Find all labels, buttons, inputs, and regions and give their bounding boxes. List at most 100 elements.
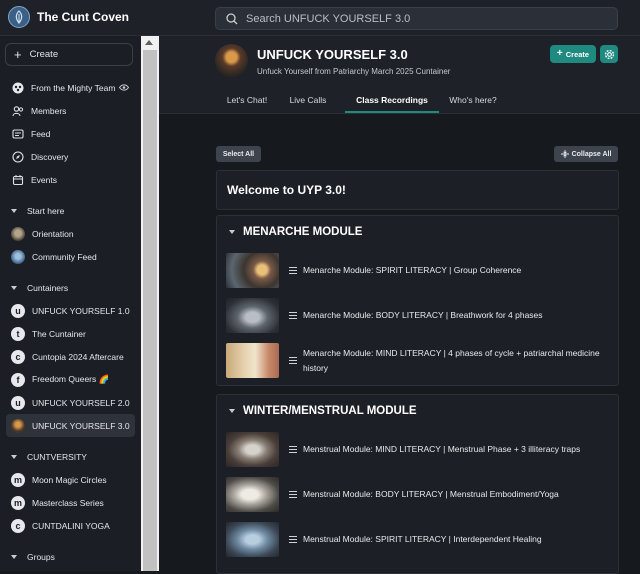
- module-title: MENARCHE MODULE: [243, 226, 363, 238]
- sidebar-item-masterclass[interactable]: m Masterclass Series: [0, 491, 141, 514]
- tab-whos-here[interactable]: Who's here?: [447, 92, 499, 113]
- scroll-thumb[interactable]: [143, 50, 157, 571]
- sidebar-item-freedom-queers[interactable]: f Freedom Queers 🌈: [0, 368, 141, 391]
- drag-handle-icon[interactable]: [289, 265, 297, 276]
- group-create-button[interactable]: + Create: [550, 45, 596, 63]
- sidebar-item-label: Feed: [31, 128, 51, 139]
- tab-lets-chat[interactable]: Let's Chat!: [223, 92, 271, 113]
- sidebar-item-uy2[interactable]: u UNFUCK YOURSELF 2.0: [0, 391, 141, 414]
- lesson-title: Menstrual Module: BODY LITERACY | Menstr…: [303, 489, 559, 499]
- sidebar-item-cuntopia[interactable]: c Cuntopia 2024 Aftercare: [0, 345, 141, 368]
- lesson-row[interactable]: Menstrual Module: BODY LITERACY | Menstr…: [226, 477, 603, 512]
- module-header[interactable]: WINTER/MENSTRUAL MODULE: [229, 405, 417, 417]
- sidebar-item-members[interactable]: Members: [0, 99, 141, 122]
- orientation-avatar: [11, 226, 25, 241]
- lesson-row[interactable]: Menstrual Module: MIND LITERACY | Menstr…: [226, 432, 603, 467]
- lesson-thumbnail: [226, 343, 279, 378]
- drag-handle-icon[interactable]: [289, 489, 297, 500]
- tab-live-calls[interactable]: Live Calls: [281, 92, 335, 113]
- section-title: Start here: [27, 205, 65, 216]
- caret-down-icon: [229, 409, 235, 413]
- letter-icon: m: [11, 472, 25, 487]
- welcome-title: Welcome to UYP 3.0!: [227, 183, 346, 197]
- uy3-avatar: [11, 418, 25, 433]
- letter-icon: u: [11, 303, 25, 318]
- sidebar-main-nav: From the Mighty Team Members Feed Discov…: [0, 76, 141, 568]
- letter-icon: u: [11, 395, 25, 410]
- search-input[interactable]: Search UNFUCK YOURSELF 3.0: [215, 7, 618, 30]
- lesson-title: Menstrual Module: MIND LITERACY | Menstr…: [303, 444, 581, 454]
- feed-icon: [11, 127, 24, 140]
- top-bar: The Cunt Coven Search UNFUCK YOURSELF 3.…: [0, 0, 640, 36]
- brand-name: The Cunt Coven: [37, 10, 129, 24]
- lesson-row[interactable]: Menstrual Module: SPIRIT LITERACY | Inte…: [226, 522, 603, 557]
- scroll-up-arrow-icon[interactable]: [145, 40, 153, 45]
- drag-handle-icon[interactable]: [289, 534, 297, 545]
- sidebar-item-label: The Cuntainer: [32, 328, 86, 339]
- module-header[interactable]: MENARCHE MODULE: [229, 226, 362, 238]
- group-title: UNFUCK YOURSELF 3.0: [257, 47, 408, 62]
- tab-class-recordings[interactable]: Class Recordings: [345, 92, 439, 113]
- lesson-row[interactable]: Menarche Module: MIND LITERACY | 4 phase…: [226, 343, 603, 378]
- settings-button[interactable]: [600, 45, 618, 63]
- sidebar-item-uy3[interactable]: UNFUCK YOURSELF 3.0: [6, 414, 135, 437]
- sidebar-item-cuntdalini[interactable]: c CUNTDALINI YOGA: [0, 514, 141, 537]
- lesson-thumbnail: [226, 522, 279, 557]
- sparkle-icon: [11, 81, 24, 94]
- eye-icon[interactable]: [119, 83, 130, 93]
- plus-icon: +: [14, 46, 22, 62]
- select-all-label: Select All: [222, 150, 255, 158]
- sidebar-item-orientation[interactable]: Orientation: [0, 222, 141, 245]
- lesson-thumbnail: [226, 477, 279, 512]
- drag-handle-icon[interactable]: [289, 355, 297, 366]
- group-subtitle: Unfuck Yourself from Patriarchy March 20…: [257, 67, 451, 76]
- module-title: WINTER/MENSTRUAL MODULE: [243, 405, 417, 417]
- sidebar-item-uy1[interactable]: u UNFUCK YOURSELF 1.0: [0, 299, 141, 322]
- sidebar-item-feed[interactable]: Feed: [0, 122, 141, 145]
- lesson-thumbnail: [226, 253, 279, 288]
- sidebar-item-label: UNFUCK YOURSELF 1.0: [32, 305, 130, 316]
- sidebar-scrollbar[interactable]: [141, 36, 159, 571]
- sidebar-item-label: Freedom Queers 🌈: [32, 374, 110, 384]
- sidebar-item-moon-magic[interactable]: m Moon Magic Circles: [0, 468, 141, 491]
- lesson-title: Menarche Module: BODY LITERACY | Breathw…: [303, 310, 543, 320]
- lesson-title: Menstrual Module: SPIRIT LITERACY | Inte…: [303, 534, 542, 544]
- lesson-thumbnail: [226, 298, 279, 333]
- sidebar-item-events[interactable]: Events: [0, 168, 141, 191]
- select-all-button[interactable]: Select All: [216, 146, 261, 162]
- search-placeholder: Search UNFUCK YOURSELF 3.0: [246, 12, 411, 25]
- caret-down-icon: [11, 554, 17, 559]
- module-card: WINTER/MENSTRUAL MODULE Menstrual Module…: [216, 394, 619, 574]
- letter-icon: f: [11, 372, 25, 387]
- drag-handle-icon[interactable]: [289, 310, 297, 321]
- drag-handle-icon[interactable]: [289, 444, 297, 455]
- sidebar-item-label: UNFUCK YOURSELF 3.0: [32, 420, 130, 431]
- section-cuntversity[interactable]: CUNTVERSITY: [0, 445, 141, 468]
- lesson-row[interactable]: Menarche Module: SPIRIT LITERACY | Group…: [226, 253, 603, 288]
- collapse-icon: [560, 150, 569, 158]
- group-avatar: [215, 44, 248, 77]
- brand[interactable]: The Cunt Coven: [8, 6, 129, 28]
- sidebar-item-the-cuntainer[interactable]: t The Cuntainer: [0, 322, 141, 345]
- sidebar-item-label: Orientation: [32, 228, 74, 239]
- sidebar-item-community-feed[interactable]: Community Feed: [0, 245, 141, 268]
- sidebar-item-label: Cuntopia 2024 Aftercare: [32, 351, 124, 362]
- collapse-all-button[interactable]: Collapse All: [554, 146, 618, 162]
- sidebar-item-label: Events: [31, 174, 57, 185]
- sidebar-item-mighty-team[interactable]: From the Mighty Team: [0, 76, 141, 99]
- brand-logo-icon: [8, 6, 30, 28]
- section-start-here[interactable]: Start here: [0, 199, 141, 222]
- letter-icon: m: [11, 495, 25, 510]
- section-cuntainers[interactable]: Cuntainers: [0, 276, 141, 299]
- sidebar-item-discovery[interactable]: Discovery: [0, 145, 141, 168]
- sidebar-create-button[interactable]: + Create: [5, 43, 133, 66]
- welcome-card[interactable]: Welcome to UYP 3.0!: [216, 170, 619, 210]
- section-groups[interactable]: Groups: [0, 545, 141, 568]
- compass-icon: [11, 150, 24, 163]
- sidebar-item-label: Moon Magic Circles: [32, 474, 107, 485]
- section-title: Cuntainers: [27, 282, 69, 293]
- group-header: UNFUCK YOURSELF 3.0 Unfuck Yourself from…: [159, 36, 640, 114]
- create-label: Create: [29, 49, 59, 60]
- lesson-row[interactable]: Menarche Module: BODY LITERACY | Breathw…: [226, 298, 603, 333]
- caret-down-icon: [11, 454, 17, 459]
